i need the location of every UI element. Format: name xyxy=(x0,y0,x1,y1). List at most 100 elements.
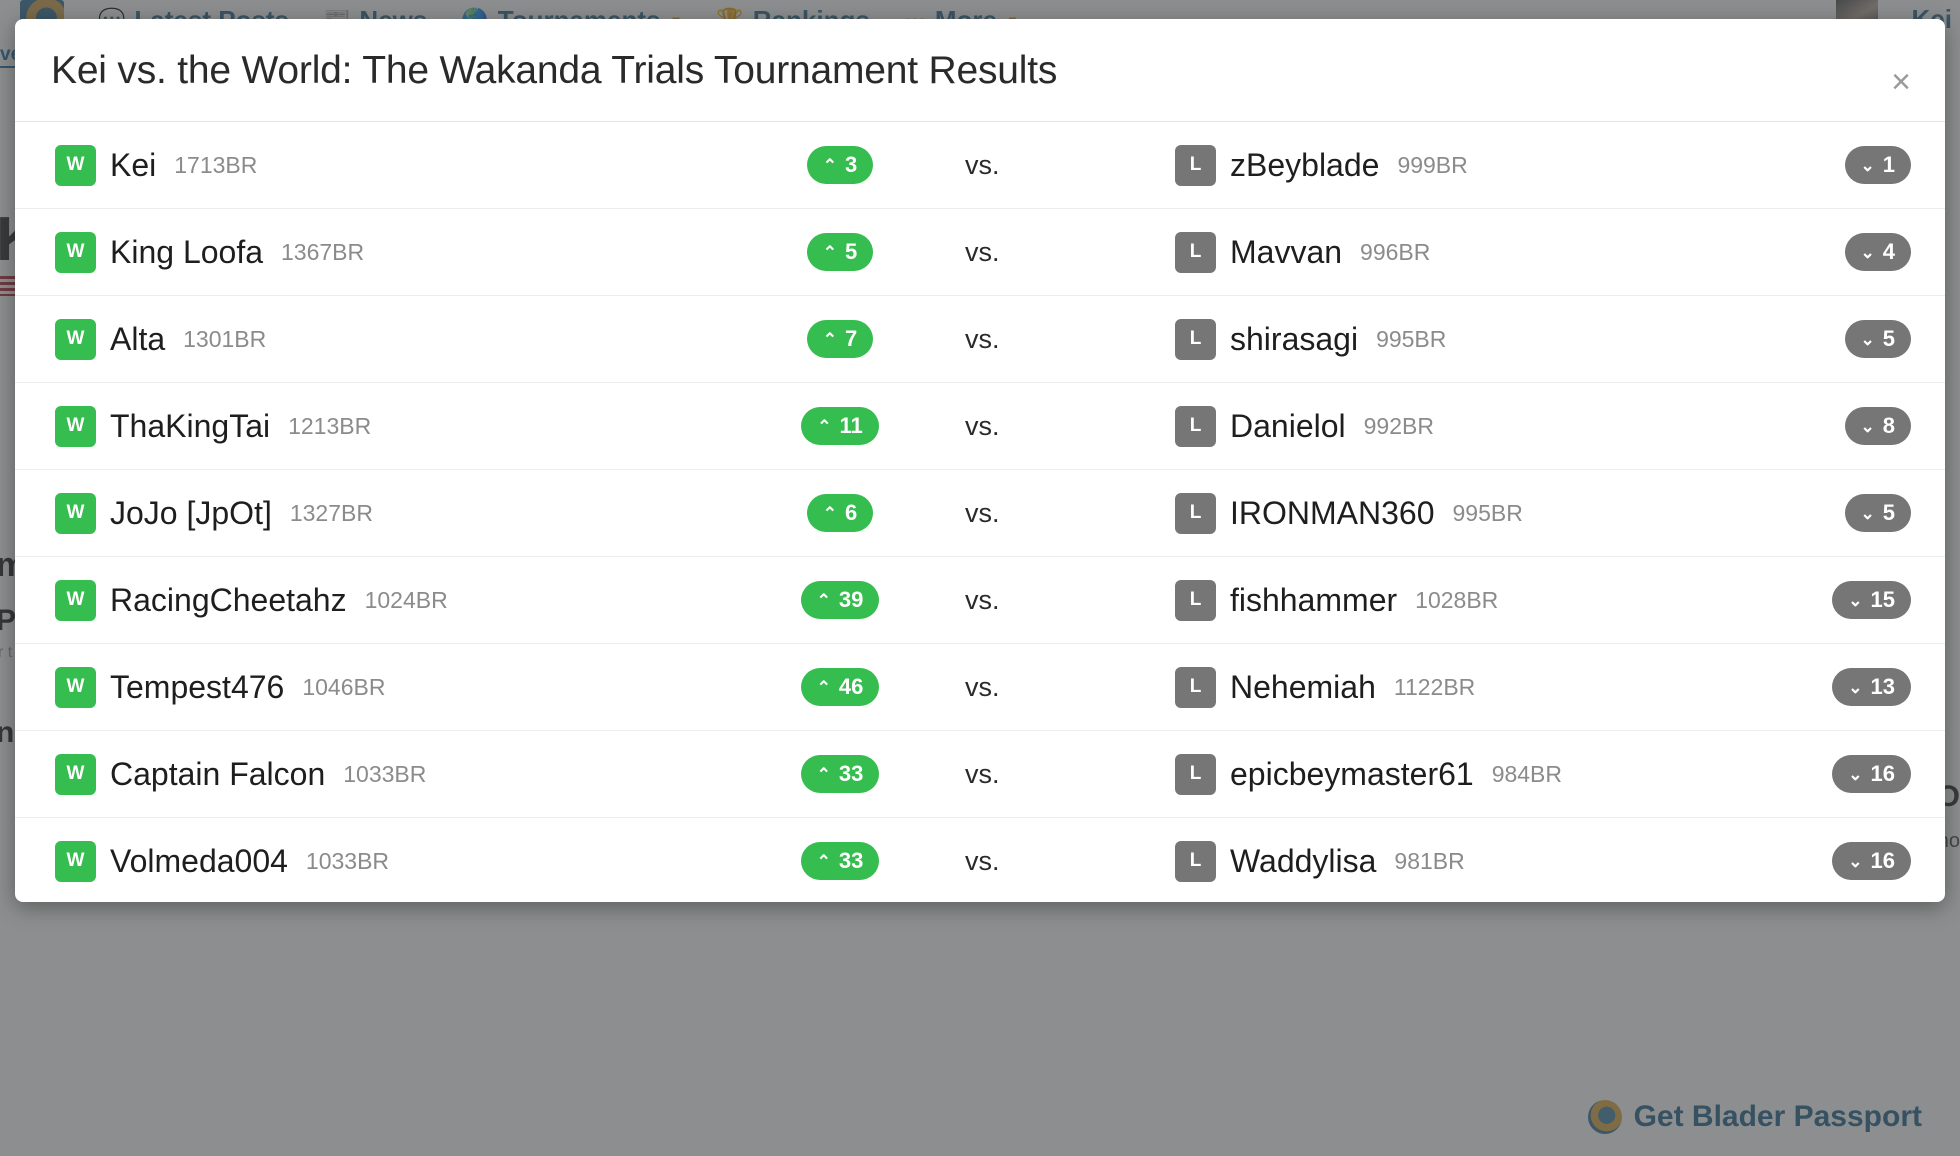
winner-cell: W JoJo [JpOt] 1327BR xyxy=(55,492,715,534)
rating-loss-value: 16 xyxy=(1870,761,1895,787)
winner-cell: W ThaKingTai 1213BR xyxy=(55,405,715,447)
table-row[interactable]: W King Loofa 1367BR ⌃ 5 vs. L Mavvan 996BR ⌄ 4 xyxy=(15,209,1945,296)
win-badge-icon: W xyxy=(55,492,96,534)
loss-badge-icon: L xyxy=(1175,144,1216,186)
chevron-up-icon: ⌃ xyxy=(817,416,832,436)
loser-br: 1122BR xyxy=(1393,673,1476,700)
table-row[interactable]: W ThaKingTai 1213BR ⌃ 11 vs. L Danielol 992BR ⌄ 8 xyxy=(15,383,1945,470)
winner-name[interactable]: Tempest476 xyxy=(110,669,284,706)
winner-rating-change-cell: ⌃ 33 xyxy=(715,755,965,793)
table-row[interactable]: W Captain Falcon 1033BR ⌃ 33 vs. Lepicbeymaste… xyxy=(15,731,1945,818)
vs-label: vs. xyxy=(965,149,1000,180)
winner-name[interactable]: RacingCheetahz xyxy=(110,582,347,619)
winner-name[interactable]: JoJo [JpOt] xyxy=(110,495,272,532)
chevron-up-icon: ⌃ xyxy=(822,155,837,175)
chevron-up-icon: ⌃ xyxy=(816,590,831,610)
loser-cell: L IRONMAN360 995BR xyxy=(1175,492,1791,534)
chevron-up-icon: ⌃ xyxy=(816,677,831,697)
close-icon[interactable]: × xyxy=(1891,65,1911,99)
rating-loss-badge: ⌄ 16 xyxy=(1832,842,1911,880)
winner-name[interactable]: King Loofa xyxy=(110,234,263,271)
rating-gain-value: 5 xyxy=(845,239,858,265)
chevron-down-icon: ⌄ xyxy=(1860,155,1875,175)
chevron-down-icon: ⌄ xyxy=(1860,329,1875,349)
loser-br: 995BR xyxy=(1452,499,1523,526)
rating-loss-value: 13 xyxy=(1870,674,1895,700)
winner-cell: W Captain Falcon 1033BR xyxy=(55,753,715,795)
winner-br: 1213BR xyxy=(288,412,372,439)
rating-gain-value: 39 xyxy=(838,587,864,613)
rating-loss-value: 16 xyxy=(1870,848,1895,874)
vs-label: vs. xyxy=(965,584,1000,615)
loser-name[interactable]: epicbeymaster61 xyxy=(1230,756,1474,793)
winner-rating-change-cell: ⌃ 11 xyxy=(715,407,965,445)
winner-cell: W King Loofa 1367BR xyxy=(55,231,715,273)
rating-loss-value: 5 xyxy=(1882,326,1895,352)
loser-name[interactable]: Waddylisa xyxy=(1230,843,1376,880)
rating-loss-value: 15 xyxy=(1870,587,1895,613)
winner-name[interactable]: Captain Falcon xyxy=(110,756,325,793)
rating-loss-value: 5 xyxy=(1882,500,1895,526)
winner-name[interactable]: Alta xyxy=(110,321,165,358)
table-row[interactable]: W Alta 1301BR ⌃ 7 vs. Lshirasagi 995BR ⌄ 5 xyxy=(15,296,1945,383)
winner-rating-change-cell: ⌃ 7 xyxy=(715,320,965,358)
winner-br: 1033BR xyxy=(343,760,427,787)
loser-name[interactable]: fishhammer xyxy=(1230,582,1397,619)
rating-gain-value: 33 xyxy=(838,761,864,787)
winner-rating-change-cell: ⌃ 46 xyxy=(715,668,965,706)
loss-badge-icon: L xyxy=(1175,231,1216,273)
table-row[interactable]: W Volmeda004 1033BR ⌃ 33 vs. L Waddylisa 981BR ⌄ 1… xyxy=(15,818,1945,902)
winner-name[interactable]: Volmeda004 xyxy=(110,843,288,880)
loser-cell: Lfishhammer 1028BR xyxy=(1175,579,1791,621)
chevron-up-icon: ⌃ xyxy=(822,503,837,523)
win-badge-icon: W xyxy=(55,840,96,882)
chevron-up-icon: ⌃ xyxy=(822,242,837,262)
loser-cell: L Danielol 992BR xyxy=(1175,405,1791,447)
vs-label: vs. xyxy=(965,758,1000,789)
win-badge-icon: W xyxy=(55,144,96,186)
loser-name[interactable]: shirasagi xyxy=(1230,321,1358,358)
loser-br: 995BR xyxy=(1376,325,1447,352)
rating-loss-badge: ⌄ 5 xyxy=(1844,320,1911,358)
winner-br: 1033BR xyxy=(305,847,390,874)
vs-label: vs. xyxy=(965,497,1000,528)
winner-rating-change-cell: ⌃ 33 xyxy=(715,842,965,880)
loser-name[interactable]: Mavvan xyxy=(1230,234,1342,271)
loser-name[interactable]: Danielol xyxy=(1230,408,1346,445)
table-row[interactable]: W JoJo [JpOt] 1327BR ⌃ 6 vs. L IRONMAN360 995BR ⌄… xyxy=(15,470,1945,557)
rating-gain-badge: ⌃ 5 xyxy=(806,233,874,271)
table-row[interactable]: W Kei 1713BR ⌃ 3 vs. LzBeyblade 999BR ⌄ 1 xyxy=(15,122,1945,209)
loss-badge-icon: L xyxy=(1175,753,1216,795)
vs-label: vs. xyxy=(965,410,1000,441)
rating-gain-value: 11 xyxy=(839,413,863,439)
chevron-down-icon: ⌄ xyxy=(1860,242,1875,262)
loser-name[interactable]: IRONMAN360 xyxy=(1230,495,1435,532)
rating-gain-badge: ⌃ 33 xyxy=(800,755,880,793)
rating-loss-value: 1 xyxy=(1882,152,1895,178)
table-row[interactable]: W Tempest476 1046BR ⌃ 46 vs. L Nehemiah 1122BR ⌄ 1… xyxy=(15,644,1945,731)
winner-br: 1301BR xyxy=(183,325,267,352)
loss-badge-icon: L xyxy=(1175,318,1216,360)
loser-name[interactable]: zBeyblade xyxy=(1230,147,1379,184)
tournament-results-modal: Kei vs. the World: The Wakanda Trials To… xyxy=(15,19,1945,902)
vs-label: vs. xyxy=(965,845,1000,876)
table-row[interactable]: W RacingCheetahz 1024BR ⌃ 39 vs. Lfishhammer 10… xyxy=(15,557,1945,644)
winner-name[interactable]: Kei xyxy=(110,147,156,184)
rating-loss-value: 4 xyxy=(1882,239,1895,265)
winner-br: 1024BR xyxy=(364,586,448,613)
loss-badge-icon: L xyxy=(1175,405,1216,447)
rating-gain-value: 6 xyxy=(845,500,858,526)
loser-br: 1028BR xyxy=(1415,586,1499,613)
loser-cell: L Waddylisa 981BR xyxy=(1175,840,1791,882)
loser-rating-change-cell: ⌄ 16 xyxy=(1791,755,1911,793)
loser-rating-change-cell: ⌄ 16 xyxy=(1791,842,1911,880)
loser-rating-change-cell: ⌄ 5 xyxy=(1791,494,1911,532)
winner-cell: W Alta 1301BR xyxy=(55,318,715,360)
loser-name[interactable]: Nehemiah xyxy=(1230,669,1376,706)
winner-name[interactable]: ThaKingTai xyxy=(110,408,270,445)
win-badge-icon: W xyxy=(55,666,96,708)
loser-br: 984BR xyxy=(1491,760,1563,787)
loser-rating-change-cell: ⌄ 5 xyxy=(1791,320,1911,358)
modal-header: Kei vs. the World: The Wakanda Trials To… xyxy=(15,19,1945,122)
chevron-up-icon: ⌃ xyxy=(822,329,837,349)
